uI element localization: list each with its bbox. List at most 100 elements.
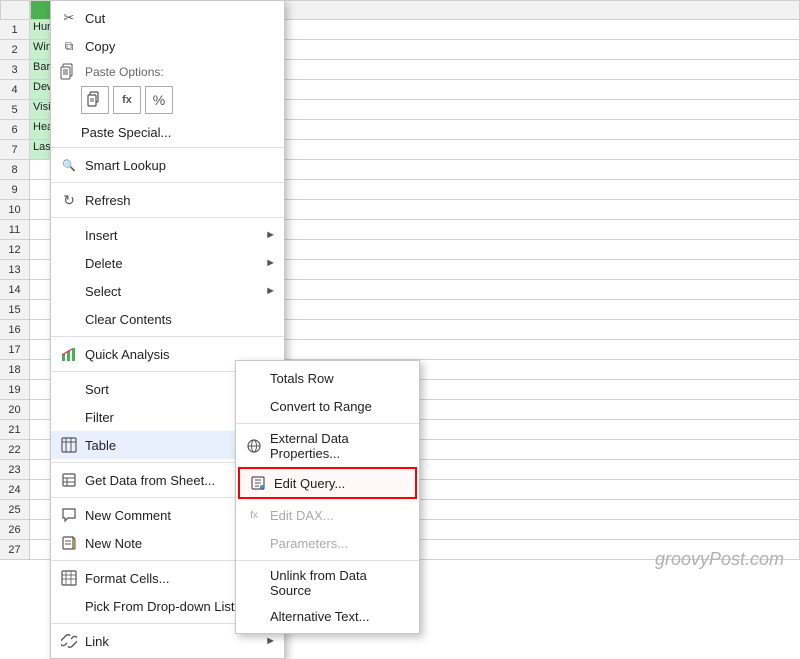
smart-lookup-label: Smart Lookup <box>85 158 276 173</box>
table-submenu: Totals Row Convert to Range External Dat… <box>235 360 420 634</box>
convert-range-icon <box>244 396 264 416</box>
cell-c3[interactable] <box>270 60 800 80</box>
filter-icon <box>59 407 79 427</box>
col-header-rest <box>270 0 800 20</box>
cell-c10[interactable] <box>270 200 800 220</box>
row-header: 1 <box>0 20 30 40</box>
format-cells-icon <box>59 568 79 588</box>
sort-icon <box>59 379 79 399</box>
row-header: 6 <box>0 120 30 140</box>
menu-item-insert[interactable]: Insert ► <box>51 221 284 249</box>
cell-c4[interactable] <box>270 80 800 100</box>
cell-c6[interactable] <box>270 120 800 140</box>
link-arrow: ► <box>264 635 276 647</box>
cell-c8[interactable] <box>270 160 800 180</box>
edit-query-icon <box>248 473 268 493</box>
cell-c2[interactable] <box>270 40 800 60</box>
unlink-icon <box>244 573 264 593</box>
ext-data-icon <box>244 436 264 456</box>
copy-label: Copy <box>85 39 276 54</box>
submenu-item-parameters[interactable]: Parameters... <box>236 529 419 557</box>
row-header: 26 <box>0 520 30 540</box>
menu-item-select[interactable]: Select ► <box>51 277 284 305</box>
note-icon <box>59 533 79 553</box>
row-header: 25 <box>0 500 30 520</box>
row-header: 15 <box>0 300 30 320</box>
menu-item-paste-options: Paste Options: <box>51 60 284 84</box>
row-header: 18 <box>0 360 30 380</box>
alt-text-label: Alternative Text... <box>270 609 411 624</box>
clear-contents-label: Clear Contents <box>85 312 276 327</box>
cell-c7[interactable] <box>270 140 800 160</box>
select-icon <box>59 281 79 301</box>
separator-sub-2 <box>236 560 419 561</box>
cell-c5[interactable] <box>270 100 800 120</box>
submenu-item-ext-data[interactable]: External Data Properties... <box>236 427 419 465</box>
cell-c11[interactable] <box>270 220 800 240</box>
dropdown-icon <box>59 596 79 616</box>
corner-header <box>0 0 30 20</box>
paste-options-label: Paste Options: <box>85 65 276 79</box>
row-header: 12 <box>0 240 30 260</box>
link-label: Link <box>85 634 264 649</box>
paste-icon-3[interactable]: % <box>145 86 173 114</box>
comment-icon <box>59 505 79 525</box>
row-header: 14 <box>0 280 30 300</box>
row-header: 4 <box>0 80 30 100</box>
submenu-item-unlink[interactable]: Unlink from Data Source <box>236 564 419 602</box>
cell-c15[interactable] <box>270 300 800 320</box>
submenu-item-edit-dax[interactable]: fx Edit DAX... <box>236 501 419 529</box>
menu-item-copy[interactable]: Copy <box>51 32 284 60</box>
select-arrow: ► <box>264 285 276 297</box>
separator-sub-1 <box>236 423 419 424</box>
menu-item-delete[interactable]: Delete ► <box>51 249 284 277</box>
cell-c12[interactable] <box>270 240 800 260</box>
row-header: 17 <box>0 340 30 360</box>
paste-icon-row: fx % <box>51 84 284 120</box>
row-header: 24 <box>0 480 30 500</box>
unlink-label: Unlink from Data Source <box>270 568 411 598</box>
quick-analysis-icon <box>59 344 79 364</box>
paste-options-icon <box>59 62 79 82</box>
row-header: 8 <box>0 160 30 180</box>
cell-c17[interactable] <box>270 340 800 360</box>
menu-item-refresh[interactable]: Refresh <box>51 186 284 214</box>
separator-2 <box>51 182 284 183</box>
totals-row-label: Totals Row <box>270 371 411 386</box>
row-header: 10 <box>0 200 30 220</box>
submenu-item-totals-row[interactable]: Totals Row <box>236 364 419 392</box>
delete-arrow: ► <box>264 257 276 269</box>
submenu-item-alt-text[interactable]: Alternative Text... <box>236 602 419 630</box>
row-header: 7 <box>0 140 30 160</box>
submenu-item-edit-query[interactable]: Edit Query... <box>238 467 417 499</box>
row-header: 23 <box>0 460 30 480</box>
row-header: 20 <box>0 400 30 420</box>
row-header: 11 <box>0 220 30 240</box>
separator-1 <box>51 147 284 148</box>
alt-text-icon <box>244 606 264 626</box>
paste-special-label: Paste Special... <box>81 125 276 140</box>
scissors-icon <box>59 8 79 28</box>
row-header: 21 <box>0 420 30 440</box>
row-header: 2 <box>0 40 30 60</box>
menu-item-clear-contents[interactable]: Clear Contents <box>51 305 284 333</box>
table-icon <box>59 435 79 455</box>
paste-icon-1[interactable] <box>81 86 109 114</box>
delete-icon <box>59 253 79 273</box>
convert-range-label: Convert to Range <box>270 399 411 414</box>
cell-c1[interactable] <box>270 20 800 40</box>
menu-item-smart-lookup[interactable]: Smart Lookup <box>51 151 284 179</box>
cell-c9[interactable] <box>270 180 800 200</box>
paste-icon-2[interactable]: fx <box>113 86 141 114</box>
cell-c16[interactable] <box>270 320 800 340</box>
submenu-item-convert-range[interactable]: Convert to Range <box>236 392 419 420</box>
clear-icon <box>59 309 79 329</box>
menu-item-cut[interactable]: Cut <box>51 4 284 32</box>
row-header: 9 <box>0 180 30 200</box>
row-header: 13 <box>0 260 30 280</box>
menu-item-paste-special[interactable]: Paste Special... <box>51 120 284 144</box>
cell-c14[interactable] <box>270 280 800 300</box>
edit-query-label: Edit Query... <box>274 476 407 491</box>
select-label: Select <box>85 284 264 299</box>
cell-c13[interactable] <box>270 260 800 280</box>
